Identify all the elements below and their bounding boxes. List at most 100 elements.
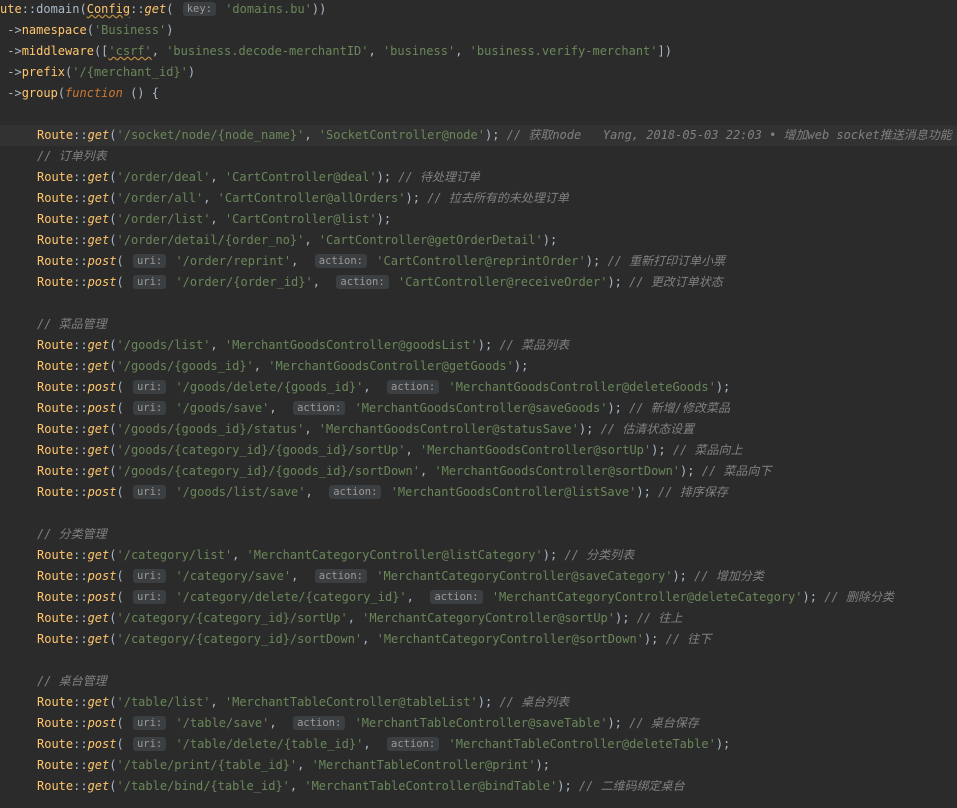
code-token: , — [368, 44, 383, 58]
string-literal: '/table/save' — [168, 716, 270, 730]
code-line[interactable]: Route::post( uri: '/table/save', action:… — [37, 713, 699, 734]
code-line[interactable]: Route::get('/table/list', 'MerchantTable… — [37, 692, 569, 713]
code-line[interactable]: Route::get('/category/{category_id}/sort… — [37, 608, 682, 629]
string-literal: 'MerchantTableController@print' — [311, 758, 536, 772]
code-line[interactable]: Route::get('/category/list', 'MerchantCa… — [37, 545, 634, 566]
code-token: , — [363, 380, 385, 394]
code-token: ); — [477, 695, 500, 709]
code-token: ); — [715, 380, 731, 394]
code-token: ( — [109, 548, 117, 562]
code-line[interactable]: ->middleware(['csrf', 'business.decode-m… — [0, 41, 672, 62]
code-line[interactable]: Route::get('/goods/list', 'MerchantGoods… — [37, 335, 569, 356]
code-token: group — [21, 86, 58, 100]
code-token: post — [87, 254, 117, 268]
code-comment: // 桌台管理 — [37, 674, 107, 688]
code-comment: // 往下 — [665, 632, 712, 646]
code-editor[interactable]: ute::domain(Config::get( key: 'domains.b… — [0, 0, 957, 808]
code-comment: // 菜品向下 — [701, 464, 772, 478]
code-line[interactable]: // 菜品管理 — [37, 314, 107, 335]
code-line[interactable]: Route::get('/goods/{category_id}/{goods_… — [37, 440, 743, 461]
code-line[interactable]: Route::get('/order/detail/{order_no}', '… — [37, 230, 557, 251]
code-line[interactable]: // 桌台管理 — [37, 671, 107, 692]
code-line[interactable]: Route::post( uri: '/table/delete/{table_… — [37, 734, 730, 755]
code-token: ); — [376, 212, 392, 226]
string-literal: '/{merchant_id}' — [72, 65, 188, 79]
code-token: :: — [73, 212, 88, 226]
code-token: ( — [116, 275, 131, 289]
code-line[interactable]: ->group(function () { — [0, 83, 159, 104]
code-token: domain — [36, 2, 80, 16]
code-token: ( — [109, 611, 117, 625]
code-token: Route — [37, 485, 74, 499]
code-token: -> — [0, 65, 22, 79]
code-line[interactable]: Route::get('/goods/{category_id}/{goods_… — [37, 461, 771, 482]
code-line[interactable]: Route::get('/socket/node/{node_name}', '… — [0, 125, 957, 146]
code-line[interactable]: Route::post( uri: '/goods/delete/{goods_… — [37, 377, 730, 398]
string-literal: '/order/{order_id}' — [168, 275, 313, 289]
code-token: :: — [73, 758, 88, 772]
code-token: Route — [37, 233, 74, 247]
code-token: ); — [405, 191, 428, 205]
code-token: get — [87, 548, 110, 562]
code-token: () { — [122, 86, 159, 100]
code-line[interactable]: Route::get('/table/print/{table_id}', 'M… — [37, 755, 550, 776]
code-line[interactable]: Route::post( uri: '/goods/list/save', ac… — [37, 482, 728, 503]
code-token: Route — [37, 548, 74, 562]
code-token: , — [291, 254, 313, 268]
code-token: ); — [607, 275, 630, 289]
param-hint: uri: — [132, 380, 167, 394]
code-token: get — [87, 758, 110, 772]
code-token: ); — [643, 632, 666, 646]
code-token: -> — [0, 86, 22, 100]
param-hint: key: — [182, 2, 216, 16]
param-hint: action: — [314, 569, 368, 583]
code-line[interactable]: Route::post( uri: '/order/reprint', acti… — [37, 251, 725, 272]
code-line[interactable]: Route::get('/table/bind/{table_id}', 'Me… — [37, 776, 685, 797]
code-token: ( — [109, 779, 117, 793]
code-comment: // 分类列表 — [564, 548, 635, 562]
code-line[interactable]: Route::post( uri: '/order/{order_id}', a… — [37, 272, 723, 293]
code-token: , — [347, 611, 363, 625]
code-token: , — [232, 548, 247, 562]
code-line[interactable]: // 订单列表 — [37, 146, 107, 167]
code-line[interactable]: Route::get('/goods/{goods_id}/status', '… — [37, 419, 694, 440]
code-line[interactable]: Route::post( uri: '/category/delete/{cat… — [37, 587, 894, 608]
code-line[interactable]: Route::get('/order/list', 'CartControlle… — [37, 209, 391, 230]
code-line[interactable]: ute::domain(Config::get( key: 'domains.b… — [0, 0, 326, 20]
code-line[interactable]: Route::get('/category/{category_id}/sort… — [37, 629, 711, 650]
code-token: , — [210, 170, 225, 184]
param-hint: uri: — [132, 569, 167, 583]
string-literal: 'MerchantCategoryController@deleteCatego… — [484, 590, 803, 604]
param-hint: uri: — [132, 275, 167, 289]
code-line[interactable]: ->namespace('Business') — [0, 20, 173, 41]
code-token: :: — [73, 422, 88, 436]
code-token: , — [305, 485, 328, 499]
code-token: ( — [86, 23, 94, 37]
param-hint: action: — [329, 485, 382, 499]
string-literal: '/order/list' — [116, 212, 211, 226]
code-token: ); — [715, 737, 731, 751]
code-token: :: — [73, 590, 88, 604]
string-literal: '/category/save' — [168, 569, 292, 583]
code-line[interactable]: Route::get('/order/all', 'CartController… — [37, 188, 569, 209]
code-line[interactable]: Route::post( uri: '/goods/save', action:… — [37, 398, 730, 419]
code-comment: // 订单列表 — [37, 149, 107, 163]
code-token: Route — [37, 443, 74, 457]
code-line[interactable]: Route::get('/order/deal', 'CartControlle… — [37, 167, 480, 188]
string-literal: 'CartController@reprintOrder' — [369, 254, 586, 268]
code-token: :: — [73, 359, 88, 373]
code-line[interactable]: Route::get('/goods/{goods_id}', 'Merchan… — [37, 356, 528, 377]
code-token: get — [87, 212, 110, 226]
code-line[interactable]: Route::post( uri: '/category/save', acti… — [37, 566, 764, 587]
param-hint: uri: — [132, 254, 167, 268]
code-token: ); — [615, 611, 637, 625]
code-comment: // 重新打印订单小票 — [607, 254, 726, 268]
code-token: ); — [585, 254, 608, 268]
code-token: ( — [109, 170, 117, 184]
code-token: namespace — [21, 23, 87, 37]
string-literal: 'MerchantGoodsController@sortDown' — [434, 464, 681, 478]
code-line[interactable]: // 分类管理 — [37, 524, 107, 545]
code-line[interactable]: ->prefix('/{merchant_id}') — [0, 62, 195, 83]
string-literal: '/table/list' — [116, 695, 211, 709]
string-literal: '/goods/list' — [116, 338, 211, 352]
